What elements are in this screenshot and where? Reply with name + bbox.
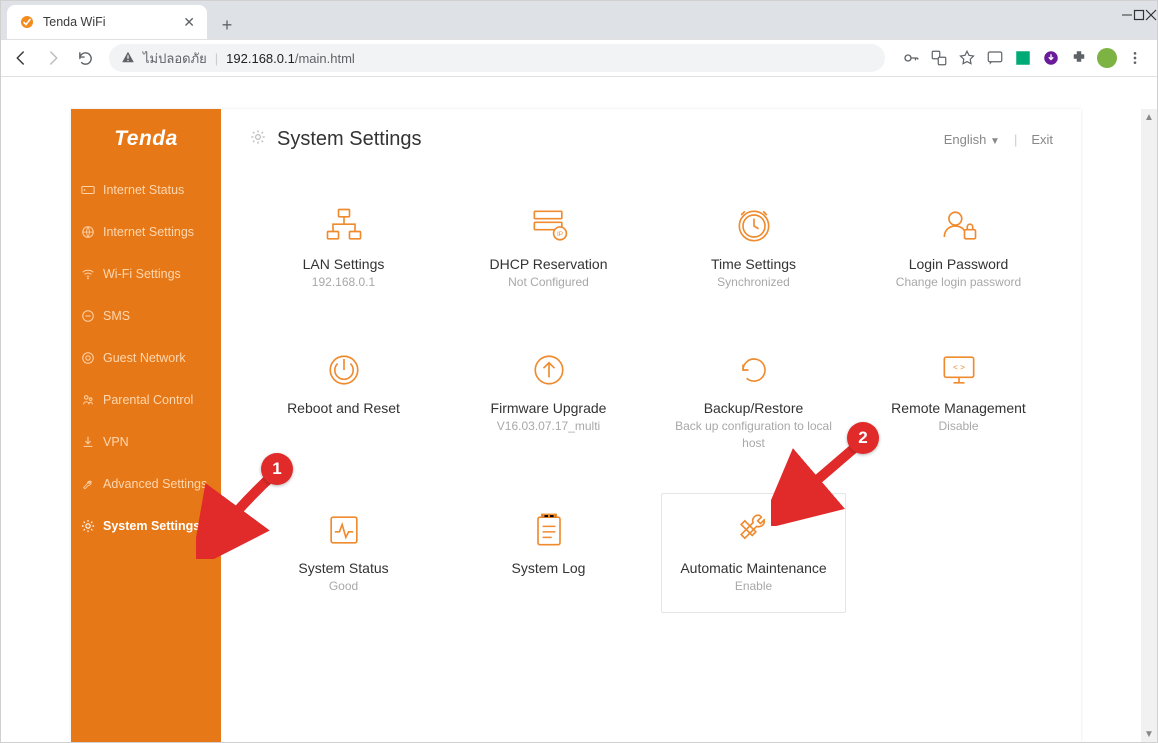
tile-lan-settings[interactable]: LAN Settings 192.168.0.1 bbox=[251, 189, 436, 309]
tile-firmware-upgrade[interactable]: Firmware Upgrade V16.03.07.17_multi bbox=[456, 333, 641, 469]
scroll-down-icon[interactable]: ▼ bbox=[1141, 726, 1157, 742]
tile-remote-management[interactable]: < > Remote Management Disable bbox=[866, 333, 1051, 469]
url-path: /main.html bbox=[295, 51, 355, 66]
wrench-icon bbox=[81, 477, 95, 491]
wifi-icon bbox=[81, 267, 95, 281]
new-tab-button[interactable]: + bbox=[213, 11, 241, 39]
tile-reboot-reset[interactable]: Reboot and Reset bbox=[251, 333, 436, 469]
address-bar[interactable]: ไม่ปลอดภัย | 192.168.0.1/main.html bbox=[109, 44, 885, 72]
tile-backup-restore[interactable]: Backup/Restore Back up configuration to … bbox=[661, 333, 846, 469]
sidebar-item-internet-settings[interactable]: Internet Settings bbox=[71, 211, 221, 253]
profile-avatar[interactable] bbox=[1097, 48, 1117, 68]
gear-icon bbox=[81, 519, 95, 533]
parental-icon bbox=[81, 393, 95, 407]
sms-icon bbox=[81, 309, 95, 323]
tab-strip: Tenda WiFi ✕ + bbox=[1, 1, 1157, 39]
back-button[interactable] bbox=[7, 44, 35, 72]
tile-system-log[interactable]: System Log bbox=[456, 493, 641, 613]
toolbar: ไม่ปลอดภัย | 192.168.0.1/main.html bbox=[1, 39, 1157, 77]
svg-text:IP: IP bbox=[556, 231, 562, 238]
sidebar-item-internet-status[interactable]: Internet Status bbox=[71, 169, 221, 211]
security-label: ไม่ปลอดภัย bbox=[143, 48, 207, 69]
tile-system-status[interactable]: System Status Good bbox=[251, 493, 436, 613]
sidebar-item-system-settings[interactable]: System Settings bbox=[71, 505, 221, 547]
url-host: 192.168.0.1 bbox=[226, 51, 295, 66]
tab-favicon bbox=[19, 14, 35, 30]
sidebar-item-parental-control[interactable]: Parental Control bbox=[71, 379, 221, 421]
sidebar-item-advanced-settings[interactable]: Advanced Settings bbox=[71, 463, 221, 505]
sidebar-item-guest-network[interactable]: Guest Network bbox=[71, 337, 221, 379]
tile-login-password[interactable]: Login Password Change login password bbox=[866, 189, 1051, 309]
content-header: System Settings English ▼ | Exit bbox=[221, 109, 1081, 169]
extension-icons bbox=[895, 48, 1151, 68]
password-key-icon[interactable] bbox=[901, 48, 921, 68]
page-viewport: Tenda Internet Status Internet Settings … bbox=[1, 109, 1157, 742]
tile-time-settings[interactable]: Time Settings Synchronized bbox=[661, 189, 846, 309]
header-gear-icon bbox=[249, 128, 267, 151]
vertical-scrollbar[interactable]: ▲ ▼ bbox=[1141, 109, 1157, 742]
sidebar-item-wifi-settings[interactable]: Wi-Fi Settings bbox=[71, 253, 221, 295]
upgrade-icon bbox=[527, 348, 571, 392]
log-icon bbox=[527, 508, 571, 552]
window-minimize-button[interactable] bbox=[1121, 8, 1133, 26]
vpn-icon bbox=[81, 435, 95, 449]
svg-text:< >: < > bbox=[953, 363, 965, 372]
ext-chat-icon[interactable] bbox=[985, 48, 1005, 68]
lan-icon bbox=[322, 204, 366, 248]
exit-link[interactable]: Exit bbox=[1031, 132, 1053, 147]
sidebar: Tenda Internet Status Internet Settings … bbox=[71, 109, 221, 742]
tile-dhcp-reservation[interactable]: IP DHCP Reservation Not Configured bbox=[456, 189, 641, 309]
remote-icon: < > bbox=[937, 348, 981, 392]
forward-button[interactable] bbox=[39, 44, 67, 72]
scroll-up-icon[interactable]: ▲ bbox=[1141, 109, 1157, 125]
chevron-down-icon: ▼ bbox=[990, 136, 1000, 147]
sidebar-item-vpn[interactable]: VPN bbox=[71, 421, 221, 463]
guest-icon bbox=[81, 351, 95, 365]
menu-icon[interactable] bbox=[1125, 48, 1145, 68]
settings-grid: LAN Settings 192.168.0.1 IP DHCP Reserva… bbox=[221, 169, 1081, 633]
tab-close-icon[interactable]: ✕ bbox=[183, 14, 195, 31]
extensions-icon[interactable] bbox=[1069, 48, 1089, 68]
reload-button[interactable] bbox=[71, 44, 99, 72]
dhcp-icon: IP bbox=[527, 204, 571, 248]
language-selector[interactable]: English ▼ bbox=[944, 132, 1000, 147]
tools-icon bbox=[732, 508, 776, 552]
globe-icon bbox=[81, 225, 95, 239]
not-secure-icon bbox=[121, 50, 135, 67]
brand-logo: Tenda bbox=[71, 109, 221, 169]
window-close-button[interactable] bbox=[1145, 8, 1157, 26]
heartbeat-icon bbox=[322, 508, 366, 552]
lock-user-icon bbox=[937, 204, 981, 248]
window-maximize-button[interactable] bbox=[1133, 8, 1145, 26]
status-icon bbox=[81, 183, 95, 197]
restore-icon bbox=[732, 348, 776, 392]
sidebar-item-sms[interactable]: SMS bbox=[71, 295, 221, 337]
tile-automatic-maintenance[interactable]: Automatic Maintenance Enable bbox=[661, 493, 846, 613]
tab-tenda[interactable]: Tenda WiFi ✕ bbox=[7, 5, 207, 39]
ext-idm-icon[interactable] bbox=[1013, 48, 1033, 68]
content-area: System Settings English ▼ | Exit LAN Set… bbox=[221, 109, 1081, 742]
browser-window: Tenda WiFi ✕ + bbox=[0, 0, 1158, 743]
tenda-app: Tenda Internet Status Internet Settings … bbox=[71, 109, 1081, 742]
ext-download-icon[interactable] bbox=[1041, 48, 1061, 68]
star-icon[interactable] bbox=[957, 48, 977, 68]
page-title: System Settings bbox=[277, 128, 422, 151]
tab-title: Tenda WiFi bbox=[43, 15, 106, 29]
translate-icon[interactable] bbox=[929, 48, 949, 68]
clock-icon bbox=[732, 204, 776, 248]
power-icon bbox=[322, 348, 366, 392]
